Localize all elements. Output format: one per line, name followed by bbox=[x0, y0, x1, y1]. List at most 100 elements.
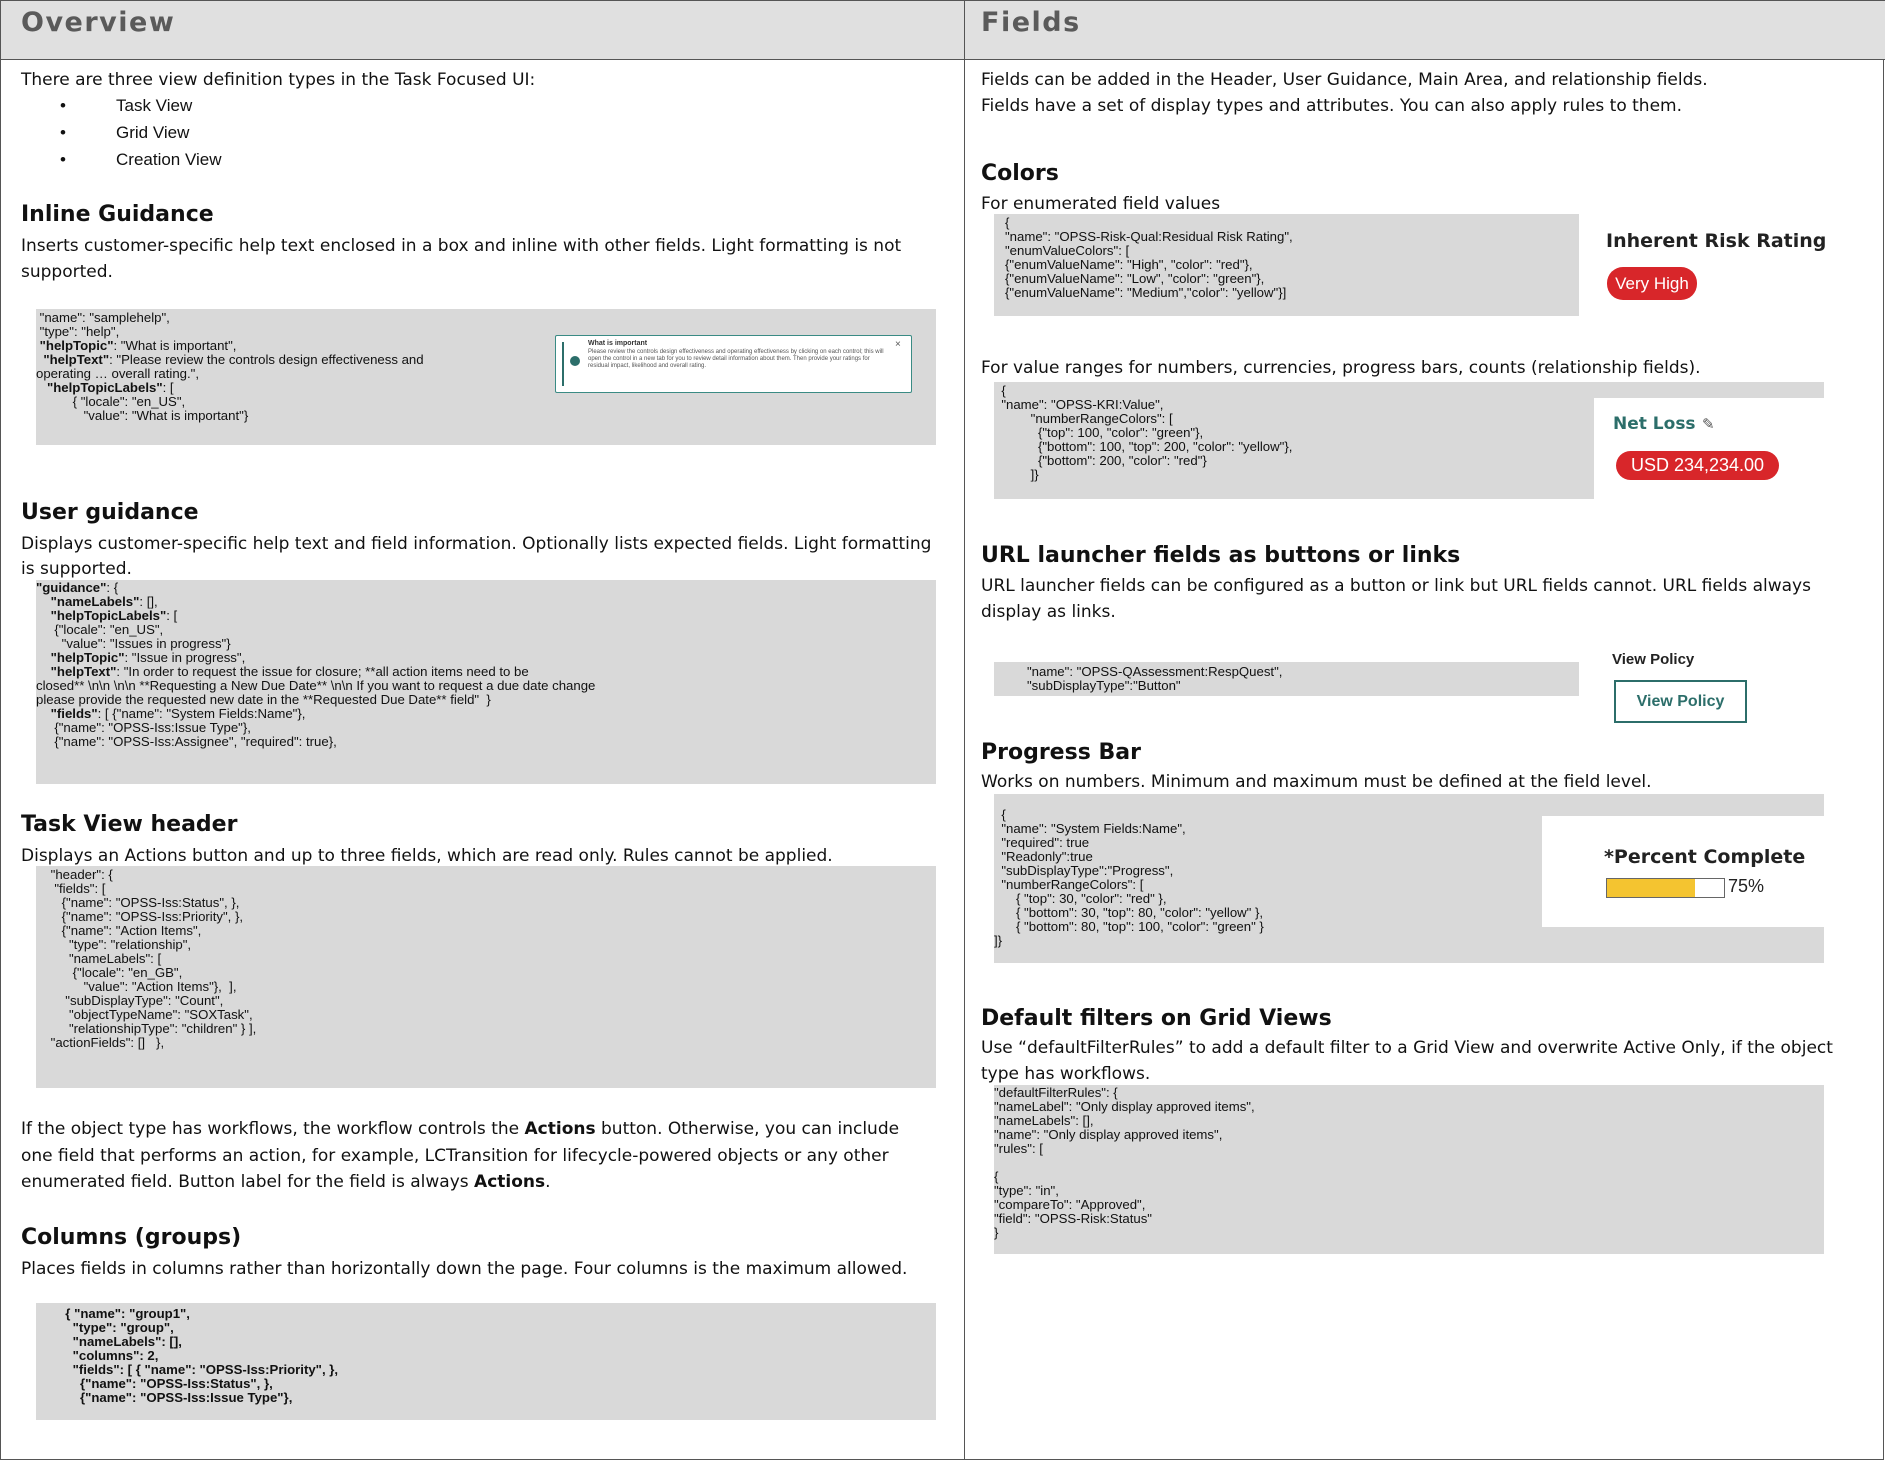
workflow-text-2: one field that performs an action, for e… bbox=[21, 1146, 889, 1166]
code-token: "columns": 2, bbox=[36, 1348, 159, 1363]
workflow-text-3: enumerated field. Button label for the f… bbox=[21, 1168, 551, 1196]
code-token-rest: : "In order to request the issue for clo… bbox=[116, 664, 529, 679]
code-line: closed** \n\n \n\n **Requesting a New Du… bbox=[36, 679, 936, 693]
url-launcher-heading: URL launcher fields as buttons or links bbox=[981, 543, 1461, 568]
code-token: "type": "relationship", bbox=[36, 937, 192, 952]
code-token: { "top": 30, "color": "red" }, bbox=[994, 891, 1167, 906]
code-token: {"name": "OPSS-Iss:Priority", }, bbox=[36, 909, 244, 924]
code-token: { "bottom": 30, "top": 80, "color": "yel… bbox=[994, 905, 1264, 920]
code-token: operating … overall rating.", bbox=[36, 366, 200, 381]
code-line: "helpText": "In order to request the iss… bbox=[36, 665, 936, 679]
code-token: {"name": "OPSS-Iss:Issue Type"}, bbox=[36, 1390, 293, 1405]
code-line: { bbox=[994, 216, 1579, 230]
view-type-item: Task View bbox=[60, 92, 222, 119]
help-box-title: What is important bbox=[588, 340, 648, 347]
help-box-text: Please review the controls design effect… bbox=[588, 349, 884, 369]
code-token: "helpText" bbox=[36, 352, 110, 367]
code-line: "rules": [ bbox=[994, 1142, 1824, 1156]
code-line: "value": "Action Items"}, ], bbox=[36, 980, 936, 994]
code-token: {"enumValueName": "Medium","color": "yel… bbox=[994, 285, 1287, 300]
code-token: { bbox=[994, 807, 1006, 822]
actions-bold-2: Actions bbox=[474, 1172, 546, 1192]
percent-complete-preview: *Percent Complete 75% bbox=[1542, 816, 1824, 927]
code-line: "header": { bbox=[36, 868, 936, 882]
code-line: { "name": "group1", bbox=[36, 1307, 936, 1321]
code-token: "helpTopicLabels" bbox=[36, 608, 167, 623]
view-policy-label: View Policy bbox=[1612, 651, 1695, 668]
code-line: "type": "in", bbox=[994, 1184, 1824, 1198]
code-token: {"name": "OPSS-Iss:Status", }, bbox=[36, 1376, 273, 1391]
code-line: "guidance": { bbox=[36, 581, 936, 595]
code-token: "helpText" bbox=[36, 664, 117, 679]
code-token: "field": "OPSS-Risk:Status" bbox=[994, 1211, 1152, 1226]
code-line: {"name": "Action Items", bbox=[36, 924, 936, 938]
code-token: "helpTopicLabels" bbox=[36, 380, 163, 395]
code-token: {"locale": "en_US", bbox=[36, 622, 164, 637]
code-line: "columns": 2, bbox=[36, 1349, 936, 1363]
actions-bold-1: Actions bbox=[524, 1119, 596, 1139]
code-line: {"name": "OPSS-Iss:Status", }, bbox=[36, 1377, 936, 1391]
colors-heading: Colors bbox=[981, 161, 1059, 186]
fields-intro-2: Fields have a set of display types and a… bbox=[981, 96, 1682, 116]
code-line: "name": "OPSS-Risk-Qual:Residual Risk Ra… bbox=[994, 230, 1579, 244]
close-icon[interactable]: × bbox=[895, 339, 901, 350]
code-token: {"bottom": 200, "color": "red"} bbox=[994, 453, 1207, 468]
code-line: { bbox=[994, 384, 1824, 398]
user-guidance-heading: User guidance bbox=[21, 500, 199, 525]
code-token-rest: : "Please review the controls design eff… bbox=[109, 352, 424, 367]
code-token: {"name": "Action Items", bbox=[36, 923, 202, 938]
code-token: "value": "Action Items"}, ], bbox=[36, 979, 237, 994]
view-types-list: Task ViewGrid ViewCreation View bbox=[60, 92, 222, 173]
inline-guidance-desc-1: Inserts customer-specific help text encl… bbox=[21, 236, 902, 256]
code-token: "name": "samplehelp", bbox=[36, 310, 170, 325]
code-line: "fields": [ { "name": "OPSS-Iss:Priority… bbox=[36, 1363, 936, 1377]
progress-bar-fill bbox=[1607, 879, 1695, 897]
code-line: {"name": "OPSS-Iss:Issue Type"}, bbox=[36, 721, 936, 735]
code-line: {"enumValueName": "High", "color": "red"… bbox=[994, 258, 1579, 272]
code-token: {"name": "OPSS-Iss:Assignee", "required"… bbox=[36, 734, 337, 749]
view-policy-button[interactable]: View Policy bbox=[1614, 680, 1747, 723]
code-line: {"name": "OPSS-Iss:Status", }, bbox=[36, 896, 936, 910]
code-token: {"enumValueName": "Low", "color": "green… bbox=[994, 271, 1265, 286]
code-line: "helpTopicLabels": [ bbox=[36, 609, 936, 623]
code-token: "defaultFilterRules": { bbox=[994, 1085, 1118, 1100]
code-line: {"locale": "en_US", bbox=[36, 623, 936, 637]
code-line: } bbox=[994, 1226, 1824, 1240]
code-line: "name": "Only display approved items", bbox=[994, 1128, 1824, 1142]
code-line: "field": "OPSS-Risk:Status" bbox=[994, 1212, 1824, 1226]
help-box-preview: What is important Please review the cont… bbox=[555, 335, 912, 393]
code-token: "name": "OPSS-KRI:Value", bbox=[994, 397, 1164, 412]
intro-text: There are three view definition types in… bbox=[21, 70, 536, 90]
code-token: "fields" bbox=[36, 706, 98, 721]
code-token: "nameLabels" bbox=[36, 594, 140, 609]
code-line: "value": "What is important"} bbox=[36, 409, 936, 423]
code-token: "fields": [ bbox=[36, 881, 106, 896]
code-line: "enumValueColors": [ bbox=[994, 244, 1579, 258]
code-token: "nameLabels": [], bbox=[36, 1334, 182, 1349]
code-token: { bbox=[994, 1169, 999, 1184]
code-token: {"top": 100, "color": "green"}, bbox=[994, 425, 1204, 440]
very-high-badge: Very High bbox=[1607, 267, 1697, 300]
workflow-text-3c: . bbox=[545, 1172, 551, 1192]
workflow-text-3a: enumerated field. Button label for the f… bbox=[21, 1172, 475, 1192]
pencil-icon[interactable]: ✎ bbox=[1702, 415, 1715, 433]
workflow-text-1a: If the object type has workflows, the wo… bbox=[21, 1119, 525, 1139]
columns-desc: Places fields in columns rather than hor… bbox=[21, 1259, 908, 1279]
code-token: "actionFields": [] }, bbox=[36, 1035, 165, 1050]
net-loss-value-badge: USD 234,234.00 bbox=[1616, 451, 1779, 480]
user-guidance-desc-1: Displays customer-specific help text and… bbox=[21, 534, 932, 554]
help-box-accent bbox=[562, 342, 564, 386]
code-line: "value": "Issues in progress"} bbox=[36, 637, 936, 651]
inline-guidance-heading: Inline Guidance bbox=[21, 202, 214, 227]
code-token: { bbox=[994, 383, 1006, 398]
code-token: "enumValueColors": [ bbox=[994, 243, 1130, 258]
code-token: ]} bbox=[994, 933, 1003, 948]
code-token: {"enumValueName": "High", "color": "red"… bbox=[994, 257, 1253, 272]
code-line: "nameLabels": [], bbox=[36, 595, 936, 609]
user-guidance-desc-2: is supported. bbox=[21, 559, 132, 579]
code-token: "relationshipType": "children" } ], bbox=[36, 1021, 257, 1036]
code-line: "type": "group", bbox=[36, 1321, 936, 1335]
code-token: { "bottom": 80, "top": 100, "color": "gr… bbox=[994, 919, 1264, 934]
code-token: { "locale": "en_US", bbox=[36, 394, 186, 409]
code-line: {"locale": "en_GB", bbox=[36, 966, 936, 980]
